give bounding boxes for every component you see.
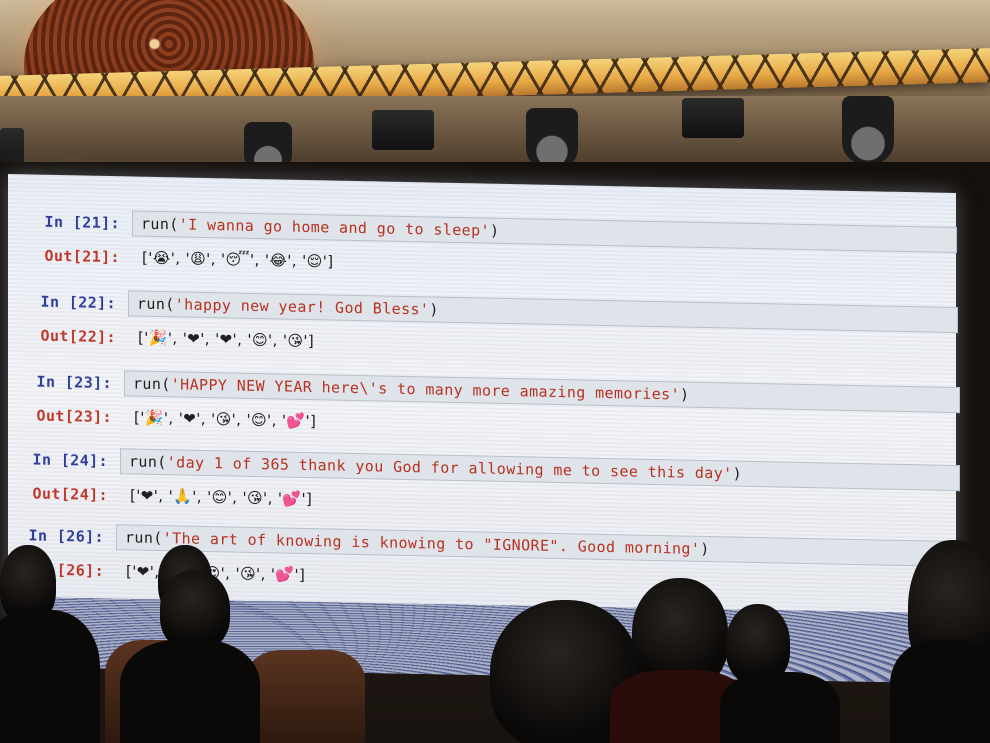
- projector-screen: In [21]: run('I wanna go home and go to …: [8, 174, 960, 642]
- out-prompt: Out[21]:: [44, 246, 120, 267]
- conference-photo: In [21]: run('I wanna go home and go to …: [0, 0, 990, 743]
- code-string: 'happy new year! God Bless': [174, 295, 430, 319]
- notebook-cell: In [23]: run('HAPPY NEW YEAR here\'s to …: [8, 364, 960, 430]
- code-string: 'HAPPY NEW YEAR here\'s to many more ama…: [170, 375, 680, 404]
- code-input[interactable]: run('happy new year! God Bless'): [128, 290, 958, 334]
- audience-body: [720, 672, 840, 743]
- emoji-output: ['🎉', '❤', '😘', '😊', '💕']: [134, 408, 317, 431]
- notebook-cell: In [24]: run('day 1 of 365 thank you God…: [8, 442, 960, 508]
- notebook-cell: In [22]: run('happy new year! God Bless'…: [8, 284, 958, 350]
- chair: [245, 650, 365, 743]
- code-input[interactable]: run('The art of knowing is knowing to "I…: [116, 524, 960, 568]
- stage-light: [682, 98, 744, 138]
- stage-light: [842, 96, 894, 164]
- code-close-paren: ): [429, 300, 439, 319]
- code-close-paren: ): [489, 221, 500, 240]
- code-string: 'The art of knowing is knowing to "IGNOR…: [162, 529, 701, 558]
- code-function: run(: [137, 294, 175, 314]
- code-close-paren: ): [700, 539, 710, 559]
- out-prompt: Out[23]:: [36, 406, 112, 427]
- stage-light: [526, 108, 578, 170]
- audience-body: [890, 640, 990, 743]
- audience-body: [0, 610, 100, 743]
- code-input[interactable]: run('I wanna go home and go to sleep'): [132, 210, 957, 254]
- code-function: run(: [125, 528, 163, 548]
- in-prompt: In [21]:: [44, 212, 120, 233]
- code-string: 'day 1 of 365 thank you God for allowing…: [166, 453, 733, 483]
- notebook-cell: In [21]: run('I wanna go home and go to …: [8, 204, 957, 271]
- code-input[interactable]: run('HAPPY NEW YEAR here\'s to many more…: [124, 370, 960, 414]
- code-string: 'I wanna go home and go to sleep': [178, 215, 490, 240]
- in-prompt: In [22]:: [40, 292, 116, 313]
- code-close-paren: ): [680, 385, 690, 404]
- code-function: run(: [129, 452, 167, 472]
- code-function: run(: [133, 374, 171, 394]
- emoji-output: ['😭', '😩', '😴', '😂', '😌']: [142, 248, 334, 271]
- audience-head: [160, 570, 230, 650]
- emoji-output: ['❤', '🙏', '😊', '😘', '💕']: [130, 486, 313, 509]
- in-prompt: In [24]:: [32, 450, 108, 471]
- out-prompt: Out[22]:: [40, 326, 116, 347]
- audience-body: [120, 640, 260, 743]
- code-function: run(: [141, 214, 179, 234]
- code-close-paren: ): [732, 464, 743, 483]
- out-prompt: Out[24]:: [32, 484, 108, 505]
- stage-light: [372, 110, 434, 150]
- in-prompt: In [23]:: [36, 372, 112, 393]
- in-prompt: In [26]:: [28, 526, 104, 546]
- notebook-cell: In [26]: run('The art of knowing is know…: [8, 518, 960, 584]
- code-input[interactable]: run('day 1 of 365 thank you God for allo…: [120, 448, 960, 492]
- emoji-output: ['🎉', '❤', '❤', '😊', '😘']: [138, 328, 315, 351]
